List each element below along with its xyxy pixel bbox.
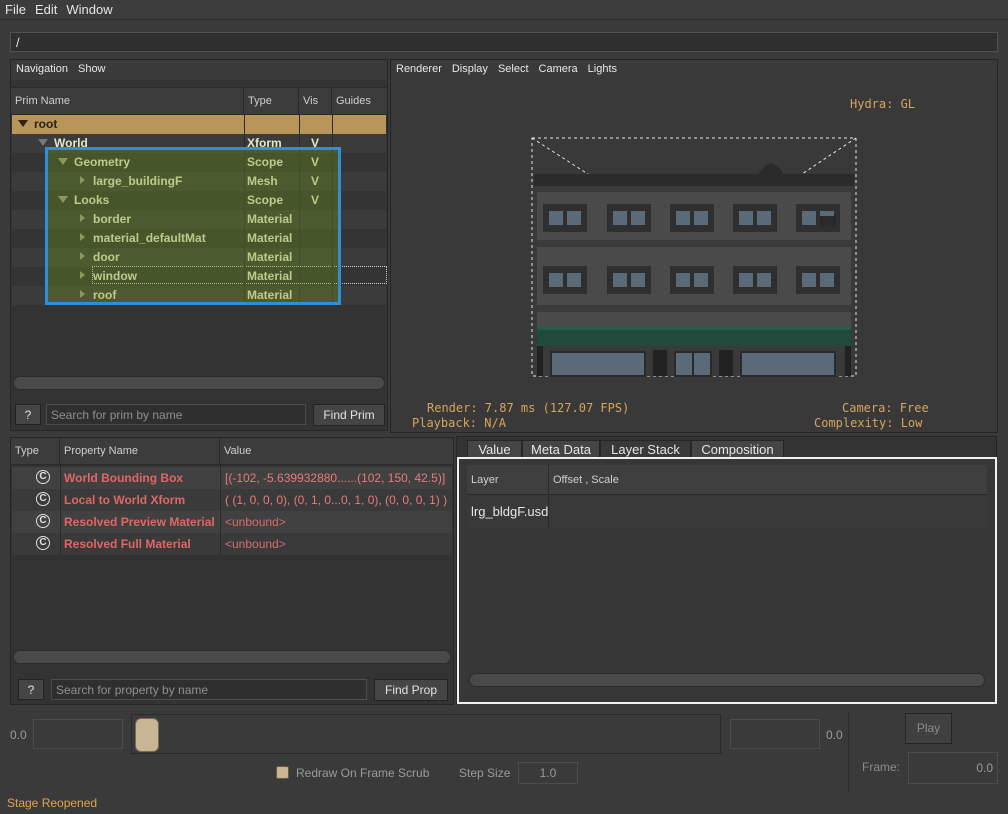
- column-divider: [332, 115, 333, 305]
- menu-navigation[interactable]: Navigation: [11, 60, 73, 75]
- property-row[interactable]: C Resolved Full Material <unbound>: [12, 533, 452, 555]
- computed-property-icon: C: [36, 514, 50, 528]
- column-divider: [220, 465, 221, 555]
- prim-row-world[interactable]: World Xform V: [12, 134, 386, 153]
- computed-property-icon: C: [36, 470, 50, 484]
- slider-handle[interactable]: [135, 718, 159, 752]
- camera-stats: Camera: Free: [842, 401, 929, 415]
- layer-horizontal-scrollbar[interactable]: [469, 673, 985, 687]
- column-divider: [60, 465, 61, 555]
- layer-name: lrg_bldgF.usd: [467, 496, 549, 528]
- start-frame-label: 0.0: [10, 728, 27, 742]
- column-vis[interactable]: Vis: [299, 88, 332, 114]
- collapse-arrow-icon[interactable]: [80, 252, 85, 260]
- playback-stats: Playback: N/A: [412, 416, 506, 430]
- layer-row[interactable]: lrg_bldgF.usd: [467, 496, 987, 528]
- prim-row-geometry[interactable]: Geometry Scope V: [12, 153, 386, 172]
- menu-select[interactable]: Select: [493, 60, 534, 75]
- property-help-button[interactable]: ?: [18, 679, 44, 700]
- find-prim-button[interactable]: Find Prim: [313, 404, 385, 426]
- step-size-field[interactable]: 1.0: [518, 762, 578, 784]
- menubar: File Edit Window: [0, 0, 1008, 20]
- collapse-arrow-icon[interactable]: [80, 271, 85, 279]
- collapse-arrow-icon[interactable]: [80, 233, 85, 241]
- prim-row-roof[interactable]: roof Material: [12, 286, 386, 305]
- viewport-menu: Renderer Display Select Camera Lights: [391, 60, 997, 80]
- column-prim-name[interactable]: Prim Name: [11, 88, 244, 114]
- prim-tree-header: Prim Name Type Vis Guides: [11, 87, 387, 115]
- prim-panel-menu: Navigation Show: [11, 60, 387, 80]
- expand-arrow-icon[interactable]: [18, 120, 28, 127]
- column-type[interactable]: Type: [11, 438, 60, 465]
- status-bar: Stage Reopened: [0, 794, 1008, 814]
- path-field[interactable]: /: [10, 32, 998, 52]
- prim-row-large-buildingf[interactable]: large_buildingF Mesh V: [12, 172, 386, 191]
- property-row[interactable]: C Resolved Preview Material <unbound>: [12, 511, 452, 533]
- property-row[interactable]: C World Bounding Box [(-102, -5.63993288…: [12, 467, 452, 489]
- status-message: Stage Reopened: [7, 796, 98, 810]
- prim-search-input[interactable]: Search for prim by name: [46, 404, 306, 425]
- expand-arrow-icon[interactable]: [38, 139, 48, 146]
- property-horizontal-scrollbar[interactable]: [13, 650, 451, 664]
- frame-slider[interactable]: [131, 714, 721, 754]
- layer-stack-body: Layer Offset , Scale lrg_bldgF.usd: [457, 457, 997, 704]
- expand-arrow-icon[interactable]: [58, 196, 68, 203]
- prim-row-root[interactable]: root: [12, 115, 386, 134]
- prim-row-border[interactable]: border Material: [12, 210, 386, 229]
- computed-property-icon: C: [36, 536, 50, 550]
- column-guides[interactable]: Guides: [332, 88, 387, 114]
- menu-camera[interactable]: Camera: [534, 60, 583, 75]
- redraw-label: Redraw On Frame Scrub: [296, 766, 430, 780]
- menu-window[interactable]: Window: [61, 0, 116, 17]
- menu-lights[interactable]: Lights: [583, 60, 622, 75]
- collapse-arrow-icon[interactable]: [80, 176, 85, 184]
- column-divider: [244, 115, 245, 305]
- menu-renderer[interactable]: Renderer: [391, 60, 447, 75]
- menu-display[interactable]: Display: [447, 60, 493, 75]
- step-size-label: Step Size: [459, 766, 511, 780]
- find-prop-button[interactable]: Find Prop: [374, 679, 448, 701]
- prim-horizontal-scrollbar[interactable]: [13, 376, 385, 390]
- column-type[interactable]: Type: [244, 88, 299, 114]
- redraw-checkbox[interactable]: [276, 766, 289, 779]
- computed-property-icon: C: [36, 492, 50, 506]
- prim-row-window[interactable]: window Material: [12, 267, 386, 286]
- expand-arrow-icon[interactable]: [58, 158, 68, 165]
- complexity-stats: Complexity: Low: [814, 416, 923, 430]
- layer-table-header: Layer Offset , Scale: [467, 465, 987, 495]
- render-stats: Render: 7.87 ms (127.07 FPS): [427, 401, 630, 415]
- property-search-input[interactable]: Search for property by name: [51, 679, 367, 700]
- layer-stack-panel: Value Meta Data Layer Stack Composition …: [456, 436, 997, 704]
- start-frame-field[interactable]: [33, 719, 123, 749]
- collapse-arrow-icon[interactable]: [80, 214, 85, 222]
- prim-row-door[interactable]: door Material: [12, 248, 386, 267]
- column-property-name[interactable]: Property Name: [60, 438, 220, 465]
- prim-row-material-defaultmat[interactable]: material_defaultMat Material: [12, 229, 386, 248]
- menu-show[interactable]: Show: [73, 60, 111, 75]
- viewport-panel: Renderer Display Select Camera Lights Hydra:…: [390, 59, 998, 433]
- end-frame-label: 0.0: [826, 728, 843, 742]
- property-header: Type Property Name Value: [11, 438, 453, 465]
- prim-help-button[interactable]: ?: [15, 404, 41, 425]
- property-row[interactable]: C Local to World Xform ( (1, 0, 0, 0), (…: [12, 489, 452, 511]
- prim-row-looks[interactable]: Looks Scope V: [12, 191, 386, 210]
- frame-label: Frame:: [862, 760, 901, 774]
- 3d-viewport[interactable]: Hydra: GL Render: 7.87 ms (127.07 FPS) P…: [391, 80, 997, 432]
- prim-browser-panel: Navigation Show Prim Name Type Vis Guides…: [10, 59, 388, 431]
- divider: [848, 712, 849, 792]
- menu-edit[interactable]: Edit: [30, 0, 61, 17]
- column-layer[interactable]: Layer: [467, 465, 549, 495]
- column-value[interactable]: Value: [220, 438, 453, 465]
- property-panel: Type Property Name Value C World Boundin…: [10, 437, 454, 705]
- menu-file[interactable]: File: [0, 0, 30, 17]
- collapse-arrow-icon[interactable]: [80, 290, 85, 298]
- play-button[interactable]: Play: [905, 713, 952, 744]
- frame-value-field[interactable]: 0.0: [908, 752, 998, 784]
- building-render: [531, 137, 857, 377]
- end-frame-field[interactable]: [730, 719, 820, 749]
- column-offset-scale[interactable]: Offset , Scale: [549, 465, 987, 495]
- column-divider: [299, 115, 300, 305]
